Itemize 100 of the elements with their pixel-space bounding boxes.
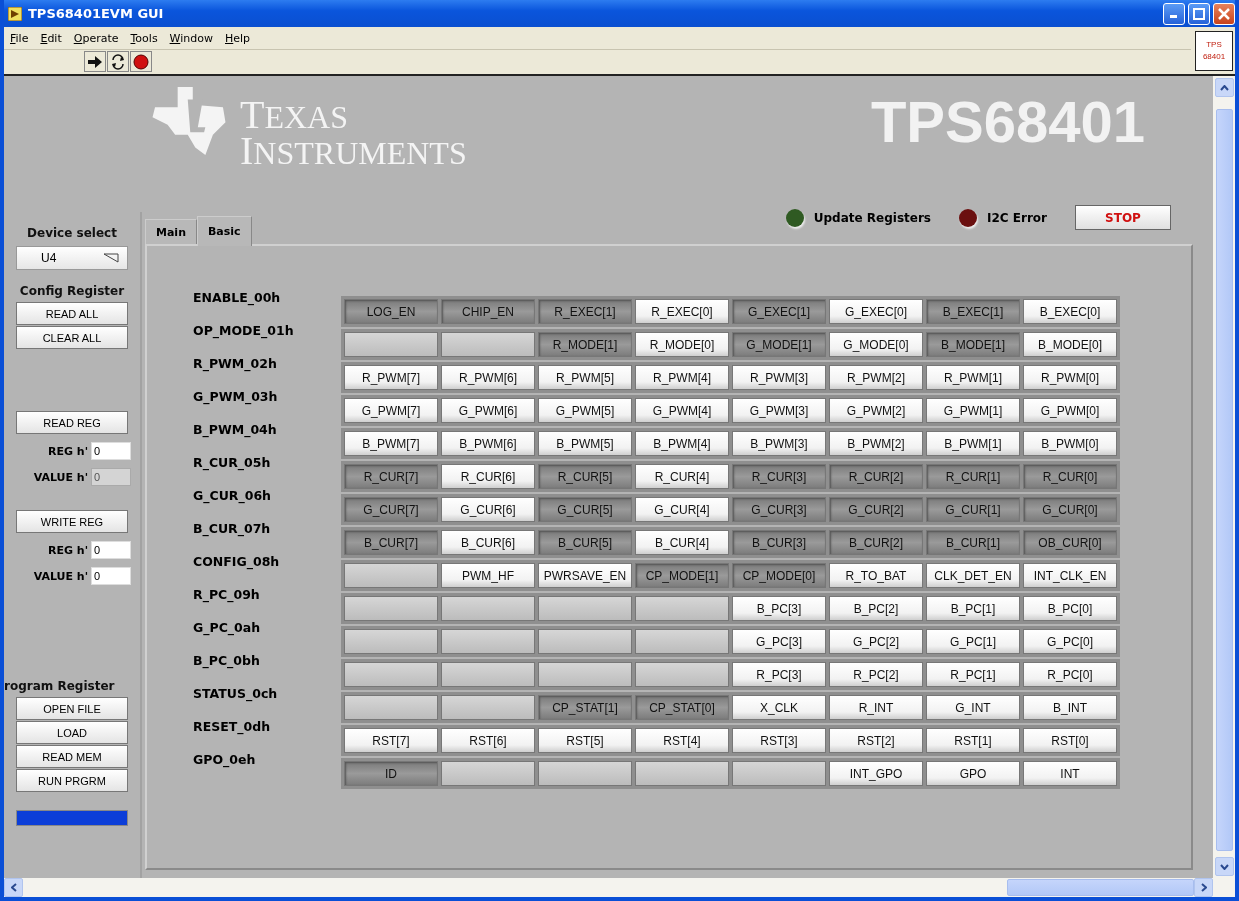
bit-toggle[interactable]: B_PWM[2]: [829, 431, 923, 456]
bit-toggle[interactable]: G_INT: [926, 695, 1020, 720]
blank-toggle[interactable]: [441, 695, 535, 720]
bit-toggle[interactable]: B_PWM[5]: [538, 431, 632, 456]
bit-toggle[interactable]: G_EXEC[1]: [732, 299, 826, 324]
menu-item[interactable]: Operate: [69, 31, 123, 45]
bit-toggle[interactable]: G_MODE[0]: [829, 332, 923, 357]
bit-toggle[interactable]: G_PWM[4]: [635, 398, 729, 423]
bit-toggle[interactable]: X_CLK: [732, 695, 826, 720]
bit-toggle[interactable]: G_PWM[5]: [538, 398, 632, 423]
bit-toggle[interactable]: R_CUR[2]: [829, 464, 923, 489]
scrollbar-thumb[interactable]: [1007, 879, 1194, 896]
scroll-right-icon[interactable]: [1194, 878, 1213, 897]
bit-toggle[interactable]: R_PWM[7]: [344, 365, 438, 390]
bit-toggle[interactable]: B_INT: [1023, 695, 1117, 720]
blank-toggle[interactable]: [441, 596, 535, 621]
bit-toggle[interactable]: RST[2]: [829, 728, 923, 753]
bit-toggle[interactable]: G_PWM[0]: [1023, 398, 1117, 423]
bit-toggle[interactable]: RST[0]: [1023, 728, 1117, 753]
bit-toggle[interactable]: ID: [344, 761, 438, 786]
bit-toggle[interactable]: INT_GPO: [829, 761, 923, 786]
bit-toggle[interactable]: B_CUR[7]: [344, 530, 438, 555]
bit-toggle[interactable]: B_CUR[3]: [732, 530, 826, 555]
blank-toggle[interactable]: [538, 662, 632, 687]
menu-item[interactable]: File: [6, 31, 33, 45]
bit-toggle[interactable]: B_MODE[1]: [926, 332, 1020, 357]
bit-toggle[interactable]: R_PWM[0]: [1023, 365, 1117, 390]
menu-item[interactable]: Window: [165, 31, 217, 45]
bit-toggle[interactable]: R_CUR[5]: [538, 464, 632, 489]
bit-toggle[interactable]: R_PWM[3]: [732, 365, 826, 390]
bit-toggle[interactable]: R_CUR[6]: [441, 464, 535, 489]
blank-toggle[interactable]: [635, 596, 729, 621]
bit-toggle[interactable]: B_PC[0]: [1023, 596, 1117, 621]
tab[interactable]: Main: [145, 219, 197, 244]
program-button[interactable]: OPEN FILE: [16, 697, 128, 720]
bit-toggle[interactable]: G_PWM[3]: [732, 398, 826, 423]
tab[interactable]: Basic: [197, 216, 252, 246]
close-button[interactable]: [1213, 2, 1235, 25]
bit-toggle[interactable]: CP_STAT[1]: [538, 695, 632, 720]
program-button[interactable]: RUN PRGRM: [16, 769, 128, 792]
bit-toggle[interactable]: PWRSAVE_EN: [538, 563, 632, 588]
bit-toggle[interactable]: B_MODE[0]: [1023, 332, 1117, 357]
bit-toggle[interactable]: G_PWM[1]: [926, 398, 1020, 423]
device-dropdown[interactable]: U4: [16, 246, 128, 270]
bit-toggle[interactable]: R_CUR[4]: [635, 464, 729, 489]
bit-toggle[interactable]: GPO: [926, 761, 1020, 786]
bit-toggle[interactable]: R_PWM[5]: [538, 365, 632, 390]
bit-toggle[interactable]: B_PWM[0]: [1023, 431, 1117, 456]
bit-toggle[interactable]: B_PWM[7]: [344, 431, 438, 456]
config-button[interactable]: READ ALL: [16, 302, 128, 325]
blank-toggle[interactable]: [344, 332, 438, 357]
bit-toggle[interactable]: CHIP_EN: [441, 299, 535, 324]
minimize-button[interactable]: [1163, 2, 1185, 25]
run-continuously-button[interactable]: [107, 51, 129, 72]
input-field[interactable]: 0: [91, 541, 131, 559]
bit-toggle[interactable]: CP_MODE[1]: [635, 563, 729, 588]
bit-toggle[interactable]: CP_STAT[0]: [635, 695, 729, 720]
bit-toggle[interactable]: R_CUR[3]: [732, 464, 826, 489]
bit-toggle[interactable]: OB_CUR[0]: [1023, 530, 1117, 555]
blank-toggle[interactable]: [538, 761, 632, 786]
blank-toggle[interactable]: [344, 596, 438, 621]
bit-toggle[interactable]: R_PWM[1]: [926, 365, 1020, 390]
program-button[interactable]: READ MEM: [16, 745, 128, 768]
blank-toggle[interactable]: [344, 695, 438, 720]
blank-toggle[interactable]: [538, 629, 632, 654]
bit-toggle[interactable]: R_PC[0]: [1023, 662, 1117, 687]
bit-toggle[interactable]: G_CUR[6]: [441, 497, 535, 522]
bit-toggle[interactable]: G_PC[1]: [926, 629, 1020, 654]
blank-toggle[interactable]: [732, 761, 826, 786]
bit-toggle[interactable]: G_EXEC[0]: [829, 299, 923, 324]
scroll-left-icon[interactable]: [4, 878, 23, 897]
menu-item[interactable]: Help: [221, 31, 255, 45]
write-reg-button[interactable]: WRITE REG: [16, 510, 128, 533]
blank-toggle[interactable]: [538, 596, 632, 621]
bit-toggle[interactable]: R_PWM[2]: [829, 365, 923, 390]
bit-toggle[interactable]: B_EXEC[1]: [926, 299, 1020, 324]
bit-toggle[interactable]: B_CUR[6]: [441, 530, 535, 555]
bit-toggle[interactable]: R_PC[2]: [829, 662, 923, 687]
blank-toggle[interactable]: [635, 629, 729, 654]
bit-toggle[interactable]: G_PWM[2]: [829, 398, 923, 423]
bit-toggle[interactable]: INT: [1023, 761, 1117, 786]
blank-toggle[interactable]: [441, 761, 535, 786]
bit-toggle[interactable]: R_MODE[0]: [635, 332, 729, 357]
bit-toggle[interactable]: B_PC[1]: [926, 596, 1020, 621]
bit-toggle[interactable]: B_CUR[4]: [635, 530, 729, 555]
bit-toggle[interactable]: R_INT: [829, 695, 923, 720]
bit-toggle[interactable]: R_PC[3]: [732, 662, 826, 687]
bit-toggle[interactable]: R_PWM[4]: [635, 365, 729, 390]
blank-toggle[interactable]: [441, 629, 535, 654]
bit-toggle[interactable]: B_EXEC[0]: [1023, 299, 1117, 324]
blank-toggle[interactable]: [635, 761, 729, 786]
bit-toggle[interactable]: INT_CLK_EN: [1023, 563, 1117, 588]
bit-toggle[interactable]: R_CUR[0]: [1023, 464, 1117, 489]
bit-toggle[interactable]: RST[1]: [926, 728, 1020, 753]
bit-toggle[interactable]: RST[5]: [538, 728, 632, 753]
bit-toggle[interactable]: B_CUR[1]: [926, 530, 1020, 555]
run-button[interactable]: [84, 51, 106, 72]
input-field[interactable]: 0: [91, 567, 131, 585]
bit-toggle[interactable]: B_PC[3]: [732, 596, 826, 621]
blank-toggle[interactable]: [635, 662, 729, 687]
